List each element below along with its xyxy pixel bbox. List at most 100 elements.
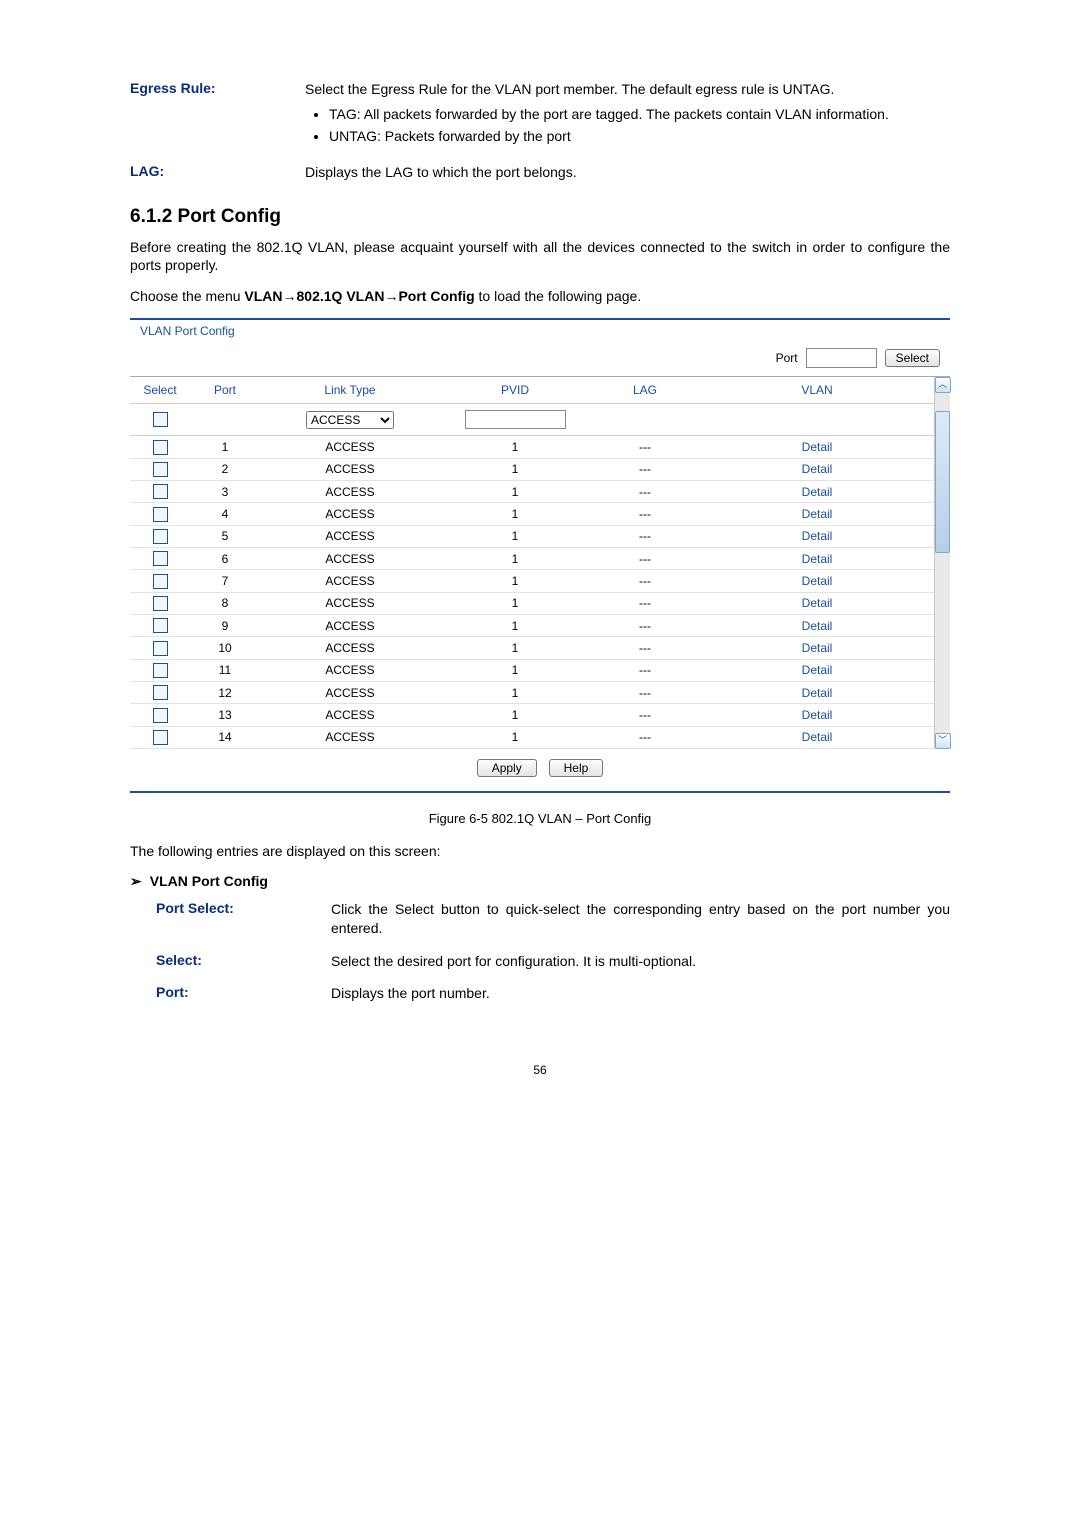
cell-port: 14	[190, 726, 260, 748]
panel-title: VLAN Port Config	[130, 320, 950, 346]
definition-label: Port:	[156, 984, 331, 1000]
detail-link[interactable]: Detail	[802, 686, 833, 700]
definition-row: Select:Select the desired port for confi…	[130, 952, 950, 971]
entries-line: The following entries are displayed on t…	[130, 842, 950, 861]
page-number: 56	[130, 1063, 950, 1077]
row-checkbox[interactable]	[153, 551, 168, 566]
cell-lag: ---	[590, 436, 700, 458]
detail-link[interactable]: Detail	[802, 641, 833, 655]
detail-link[interactable]: Detail	[802, 462, 833, 476]
cell-link-type: ACCESS	[260, 704, 440, 726]
link-type-select[interactable]: ACCESS	[306, 411, 394, 429]
help-button[interactable]: Help	[549, 759, 604, 777]
definition-body: Displays the port number.	[331, 984, 950, 1003]
table-row: 11ACCESS1---Detail	[130, 659, 934, 681]
detail-link[interactable]: Detail	[802, 529, 833, 543]
cell-lag: ---	[590, 592, 700, 614]
cell-port: 8	[190, 592, 260, 614]
cell-link-type: ACCESS	[260, 637, 440, 659]
table-row: 6ACCESS1---Detail	[130, 547, 934, 569]
port-select-input[interactable]	[806, 348, 877, 368]
cell-lag: ---	[590, 570, 700, 592]
pvid-input[interactable]	[465, 410, 566, 429]
cell-lag: ---	[590, 525, 700, 547]
table-row: 4ACCESS1---Detail	[130, 503, 934, 525]
cell-pvid: 1	[440, 592, 590, 614]
port-select-button[interactable]: Select	[885, 349, 940, 367]
apply-button[interactable]: Apply	[477, 759, 537, 777]
cell-port: 5	[190, 525, 260, 547]
definition-label: Select:	[156, 952, 331, 968]
scroll-down-icon[interactable]: ﹀	[935, 733, 951, 749]
detail-link[interactable]: Detail	[802, 574, 833, 588]
table-row: 3ACCESS1---Detail	[130, 480, 934, 502]
cell-lag: ---	[590, 704, 700, 726]
row-checkbox[interactable]	[153, 529, 168, 544]
detail-link[interactable]: Detail	[802, 730, 833, 744]
cell-pvid: 1	[440, 659, 590, 681]
detail-link[interactable]: Detail	[802, 596, 833, 610]
table-row: 10ACCESS1---Detail	[130, 637, 934, 659]
definition-bullet: UNTAG: Packets forwarded by the port	[329, 127, 950, 146]
table-row: 1ACCESS1---Detail	[130, 436, 934, 458]
detail-link[interactable]: Detail	[802, 440, 833, 454]
scroll-thumb[interactable]	[935, 411, 950, 553]
row-checkbox[interactable]	[153, 730, 168, 745]
row-checkbox[interactable]	[153, 574, 168, 589]
scroll-up-icon[interactable]: ︿	[935, 377, 951, 393]
definition-row: Egress Rule:Select the Egress Rule for t…	[130, 80, 950, 149]
detail-link[interactable]: Detail	[802, 708, 833, 722]
table-row: 14ACCESS1---Detail	[130, 726, 934, 748]
cell-link-type: ACCESS	[260, 436, 440, 458]
table-header-row: Select Port Link Type PVID LAG VLAN	[130, 377, 934, 404]
table-filter-row: ACCESS	[130, 404, 934, 436]
col-pvid: PVID	[440, 377, 590, 404]
definition-body: Select the Egress Rule for the VLAN port…	[305, 80, 950, 149]
definition-body: Displays the LAG to which the port belon…	[305, 163, 950, 182]
col-port: Port	[190, 377, 260, 404]
table-row: 9ACCESS1---Detail	[130, 614, 934, 636]
col-lag: LAG	[590, 377, 700, 404]
cell-lag: ---	[590, 614, 700, 636]
table-scrollbar[interactable]: ︿ ﹀	[934, 377, 950, 749]
row-checkbox[interactable]	[153, 685, 168, 700]
definition-label: Port Select:	[156, 900, 331, 916]
detail-link[interactable]: Detail	[802, 507, 833, 521]
select-all-checkbox[interactable]	[153, 412, 168, 427]
cell-lag: ---	[590, 480, 700, 502]
cell-port: 12	[190, 681, 260, 703]
menu-path-line: Choose the menu VLAN→802.1Q VLAN→Port Co…	[130, 287, 950, 306]
row-checkbox[interactable]	[153, 596, 168, 611]
detail-link[interactable]: Detail	[802, 552, 833, 566]
cell-link-type: ACCESS	[260, 458, 440, 480]
row-checkbox[interactable]	[153, 708, 168, 723]
row-checkbox[interactable]	[153, 462, 168, 477]
menu-path: VLAN→802.1Q VLAN→Port Config	[244, 288, 474, 304]
cell-link-type: ACCESS	[260, 547, 440, 569]
detail-link[interactable]: Detail	[802, 485, 833, 499]
definition-row: Port Select:Click the Select button to q…	[130, 900, 950, 938]
cell-pvid: 1	[440, 436, 590, 458]
cell-lag: ---	[590, 659, 700, 681]
row-checkbox[interactable]	[153, 484, 168, 499]
table-row: 12ACCESS1---Detail	[130, 681, 934, 703]
cell-pvid: 1	[440, 726, 590, 748]
port-config-table: Select Port Link Type PVID LAG VLAN	[130, 377, 934, 749]
vlan-port-config-panel: VLAN Port Config Port Select Select Port	[130, 318, 950, 793]
detail-link[interactable]: Detail	[802, 663, 833, 677]
table-row: 5ACCESS1---Detail	[130, 525, 934, 547]
cell-port: 9	[190, 614, 260, 636]
cell-pvid: 1	[440, 704, 590, 726]
row-checkbox[interactable]	[153, 507, 168, 522]
cell-pvid: 1	[440, 570, 590, 592]
row-checkbox[interactable]	[153, 641, 168, 656]
row-checkbox[interactable]	[153, 440, 168, 455]
cell-link-type: ACCESS	[260, 681, 440, 703]
row-checkbox[interactable]	[153, 618, 168, 633]
detail-link[interactable]: Detail	[802, 619, 833, 633]
figure-caption: Figure 6-5 802.1Q VLAN – Port Config	[130, 811, 950, 826]
row-checkbox[interactable]	[153, 663, 168, 678]
cell-lag: ---	[590, 726, 700, 748]
definition-label: LAG:	[130, 163, 305, 179]
section-heading: 6.1.2 Port Config	[130, 206, 950, 228]
